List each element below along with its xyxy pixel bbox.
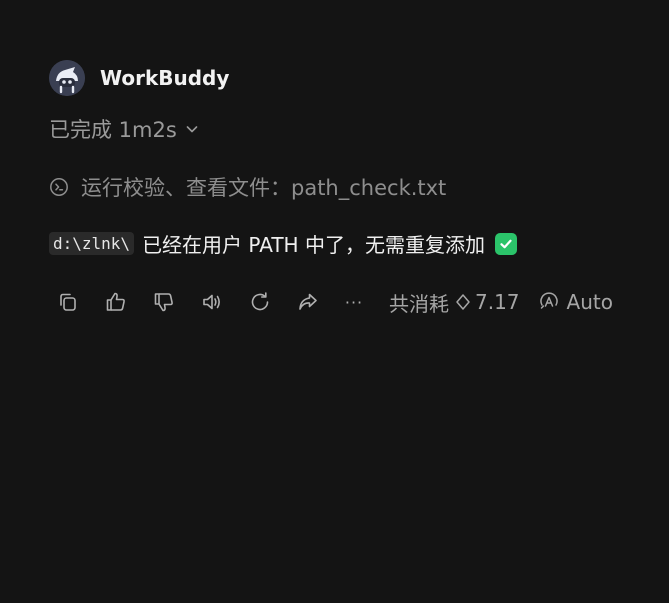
- tool-step[interactable]: 运行校验、查看文件：path_check.txt: [49, 172, 446, 202]
- message-text: 已经在用户 PATH 中了，无需重复添加: [142, 233, 485, 257]
- completion-status-label: 已完成 1m2s: [49, 118, 177, 142]
- thumbs-up-icon[interactable]: [103, 289, 129, 315]
- message-header: WorkBuddy: [49, 60, 229, 96]
- share-icon[interactable]: [295, 289, 321, 315]
- robot-avatar-icon: [49, 60, 85, 96]
- terminal-icon: [49, 177, 69, 197]
- assistant-message: d:\zlnk\ 已经在用户 PATH 中了，无需重复添加: [49, 229, 517, 258]
- speaker-icon[interactable]: [199, 289, 225, 315]
- thumbs-down-icon[interactable]: [151, 289, 177, 315]
- tool-step-label: 运行校验、查看文件：path_check.txt: [81, 176, 447, 200]
- usage-summary: 共消耗 7.17: [389, 288, 520, 317]
- more-label: ···: [344, 292, 364, 312]
- chevron-down-icon: [185, 122, 199, 136]
- message-actions: ··· 共消耗 7.17 Auto: [55, 288, 613, 316]
- copy-icon[interactable]: [55, 289, 81, 315]
- more-icon[interactable]: ···: [343, 289, 365, 315]
- diamond-icon: [455, 293, 471, 311]
- refresh-icon[interactable]: [247, 289, 273, 315]
- usage-label: 共消耗: [389, 291, 449, 316]
- check-mark-button-icon: [494, 232, 517, 255]
- inline-code: d:\zlnk\: [49, 232, 135, 255]
- model-selector[interactable]: Auto: [538, 290, 613, 314]
- completion-status-toggle[interactable]: 已完成 1m2s: [49, 114, 199, 144]
- auto-model-icon: [538, 291, 560, 313]
- app-name: WorkBuddy: [100, 66, 230, 90]
- model-label: Auto: [566, 290, 613, 314]
- usage-value: 7.17: [475, 290, 520, 314]
